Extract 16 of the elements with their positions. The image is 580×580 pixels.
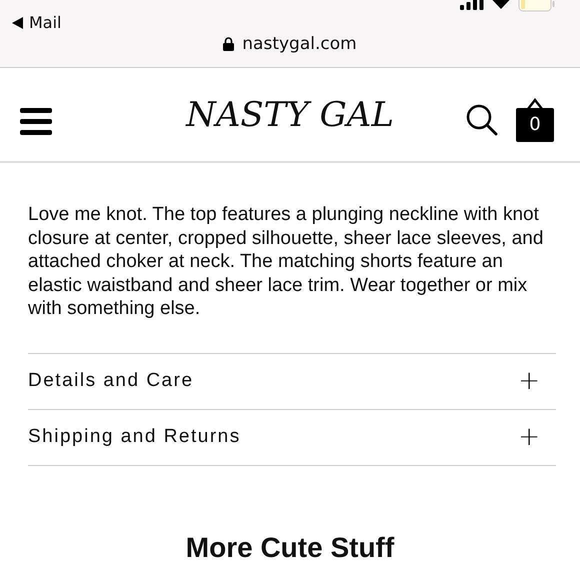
section-title: More Cute Stuff [184,532,396,564]
signal-icon [460,0,484,10]
logo[interactable]: NASTY GAL [186,94,394,134]
lock-icon [223,37,234,51]
back-icon [12,16,23,28]
accordion-item[interactable]: Details and Care + [28,354,556,410]
cart-button[interactable]: 0 [516,98,554,142]
product-description: Love me knot. The top features a plunging neckline with knot closure at center, cropped silhouette, sheer lace sleeves, and attached choker at neck. The matching shorts feature an elastic waistband and sheer lace trim. Wear together or mix with something else. [28,203,544,320]
expand-icon: + [518,366,540,396]
address-bar[interactable]: nastygal.com [220,34,360,54]
search-icon[interactable] [466,104,498,136]
back-link[interactable]: Mail [12,13,62,32]
menu-icon[interactable] [20,106,52,134]
expand-icon: + [518,422,540,452]
shopping-bag-icon [516,98,554,142]
accordion-item[interactable]: Shipping and Returns + [28,410,556,466]
